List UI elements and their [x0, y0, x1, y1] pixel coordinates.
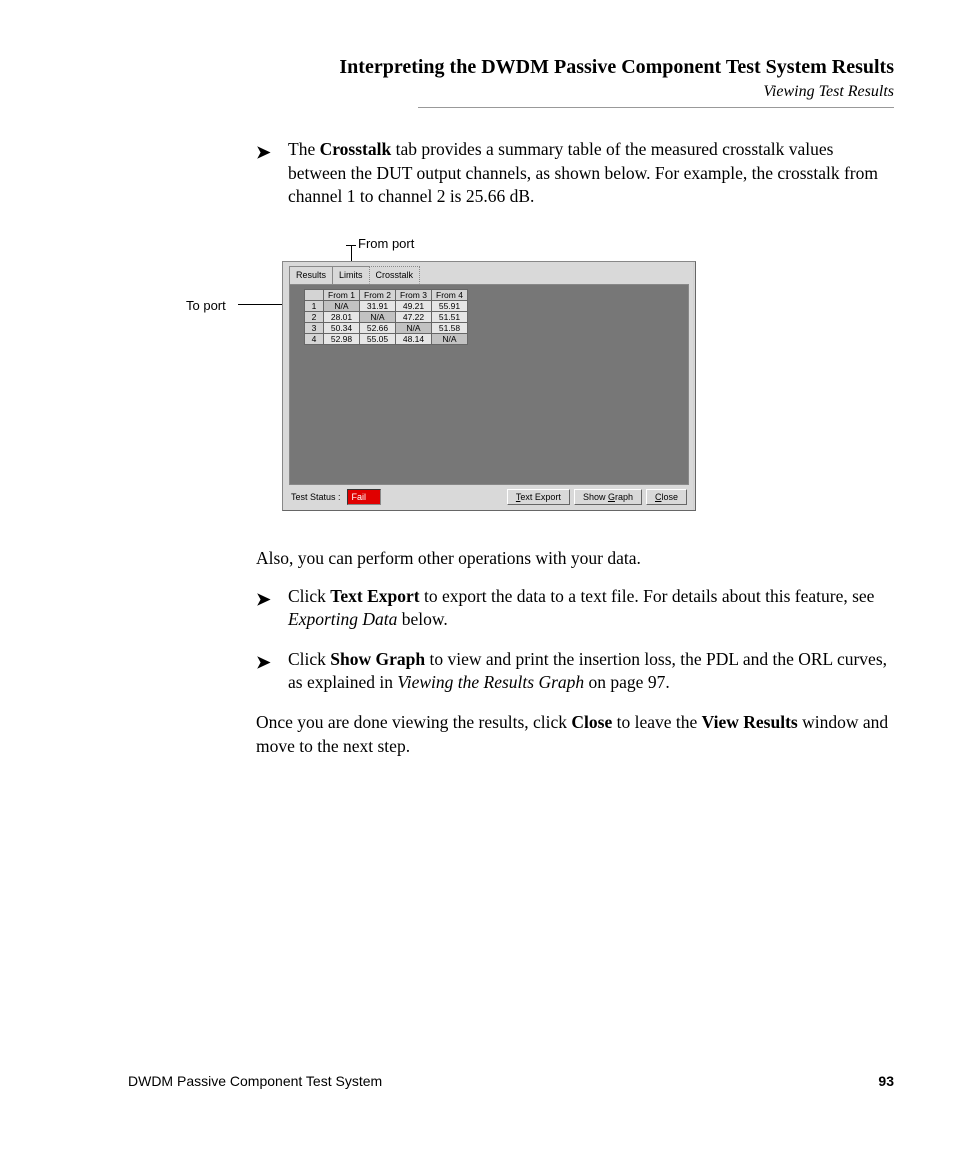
- text-bold: Text Export: [330, 586, 419, 606]
- text-bold: Crosstalk: [320, 139, 392, 159]
- cell: 47.22: [396, 312, 432, 323]
- crosstalk-table: From 1 From 2 From 3 From 4 1 N/A 31.91 …: [304, 289, 468, 345]
- bullet-text-export: ➤ Click Text Export to export the data t…: [256, 585, 894, 632]
- view-results-window: Results Limits Crosstalk From 1 From 2 F…: [282, 261, 696, 511]
- table-row: 1 N/A 31.91 49.21 55.91: [305, 301, 468, 312]
- section-subtitle: Viewing Test Results: [128, 83, 894, 101]
- callout-from-port: From port: [358, 235, 414, 253]
- tab-limits[interactable]: Limits: [332, 266, 370, 284]
- row-header: 1: [305, 301, 324, 312]
- text-bold: View Results: [702, 712, 798, 732]
- cell: 51.58: [432, 323, 468, 334]
- cell: 55.05: [360, 334, 396, 345]
- text-bold: Close: [571, 712, 612, 732]
- table-row: 3 50.34 52.66 N/A 51.58: [305, 323, 468, 334]
- cell: 52.98: [324, 334, 360, 345]
- text-run: to export the data to a text file. For d…: [420, 586, 875, 606]
- callout-line: [346, 245, 356, 246]
- cell: 52.66: [360, 323, 396, 334]
- cell: N/A: [360, 312, 396, 323]
- text-bold: Show Graph: [330, 649, 425, 669]
- cell: N/A: [324, 301, 360, 312]
- text-run: Once you are done viewing the results, c…: [256, 712, 571, 732]
- header-rule: [418, 107, 894, 108]
- text-run: to leave the: [612, 712, 701, 732]
- bullet-arrow-icon: ➤: [256, 651, 271, 675]
- table-corner: [305, 290, 324, 301]
- page-number: 93: [878, 1073, 894, 1089]
- text-run: Click: [288, 649, 330, 669]
- bottom-bar: Test Status : Fail Text Export Show Grap…: [283, 485, 695, 509]
- tab-results[interactable]: Results: [289, 266, 333, 284]
- text-italic: Viewing the Results Graph: [397, 672, 584, 692]
- text-export-button[interactable]: Text Export: [507, 489, 570, 505]
- table-row: 2 28.01 N/A 47.22 51.51: [305, 312, 468, 323]
- text-italic: Exporting Data: [288, 609, 397, 629]
- row-header: 2: [305, 312, 324, 323]
- bullet-crosstalk-intro: ➤ The Crosstalk tab provides a summary t…: [256, 138, 894, 209]
- cell: 51.51: [432, 312, 468, 323]
- test-status-label: Test Status :: [291, 491, 341, 503]
- tab-crosstalk[interactable]: Crosstalk: [369, 266, 421, 284]
- bullet-arrow-icon: ➤: [256, 588, 271, 612]
- col-header: From 1: [324, 290, 360, 301]
- text-run: below.: [397, 609, 447, 629]
- col-header: From 2: [360, 290, 396, 301]
- crosstalk-panel: From 1 From 2 From 3 From 4 1 N/A 31.91 …: [289, 284, 689, 485]
- cell: 55.91: [432, 301, 468, 312]
- cell: 48.14: [396, 334, 432, 345]
- paragraph-close: Once you are done viewing the results, c…: [256, 711, 894, 758]
- col-header: From 3: [396, 290, 432, 301]
- text-run: Click: [288, 586, 330, 606]
- text-run: on page 97.: [584, 672, 670, 692]
- cell: N/A: [432, 334, 468, 345]
- chapter-title: Interpreting the DWDM Passive Component …: [128, 56, 894, 79]
- row-header: 3: [305, 323, 324, 334]
- tab-bar: Results Limits Crosstalk: [283, 262, 695, 284]
- row-header: 4: [305, 334, 324, 345]
- cell: 28.01: [324, 312, 360, 323]
- col-header: From 4: [432, 290, 468, 301]
- show-graph-button[interactable]: Show Graph: [574, 489, 642, 505]
- cell: N/A: [396, 323, 432, 334]
- text-run: The: [288, 139, 320, 159]
- bullet-show-graph: ➤ Click Show Graph to view and print the…: [256, 648, 894, 695]
- cell: 31.91: [360, 301, 396, 312]
- bullet-arrow-icon: ➤: [256, 141, 271, 165]
- cell: 49.21: [396, 301, 432, 312]
- page-footer: DWDM Passive Component Test System 93: [128, 1073, 894, 1089]
- close-button[interactable]: Close: [646, 489, 687, 505]
- btn-label: ext Export: [520, 492, 561, 502]
- cell: 50.34: [324, 323, 360, 334]
- table-row: 4 52.98 55.05 48.14 N/A: [305, 334, 468, 345]
- figure-crosstalk-screenshot: From port To port Results Limits Crossta…: [186, 231, 894, 531]
- test-status-value: Fail: [347, 489, 382, 505]
- footer-title: DWDM Passive Component Test System: [128, 1073, 382, 1089]
- paragraph-other-ops: Also, you can perform other operations w…: [256, 547, 894, 571]
- callout-to-port: To port: [186, 297, 226, 315]
